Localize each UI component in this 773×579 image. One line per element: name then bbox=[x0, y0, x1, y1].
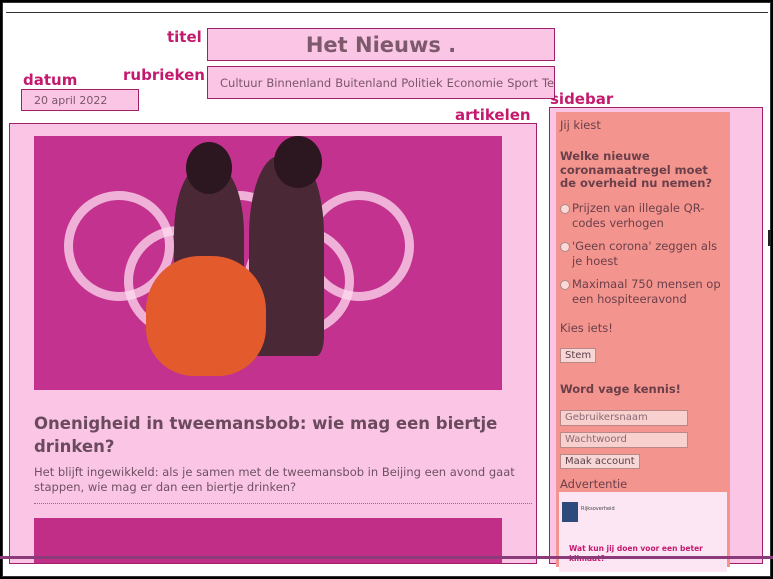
poll-option-label: Prijzen van illegale QR-codes verhogen bbox=[572, 200, 705, 230]
helmet-icon bbox=[274, 136, 322, 188]
choose-text: Kies iets! bbox=[560, 320, 613, 335]
nav-item-cultuur[interactable]: Cultuur bbox=[220, 76, 262, 90]
article-headline[interactable]: Onenigheid in tweemansbob: wie mag een b… bbox=[34, 412, 514, 458]
site-title: Het Nieuws . bbox=[207, 28, 555, 61]
password-input[interactable]: Wachtwoord bbox=[560, 432, 688, 448]
advertisement[interactable]: Rijksoverheid Wat kun jij doen voor een … bbox=[559, 492, 727, 572]
date-display: 20 april 2022 bbox=[21, 89, 139, 111]
scroll-boundary bbox=[0, 556, 773, 559]
nav-item-tech[interactable]: Tech bbox=[542, 76, 554, 90]
scrollbar-thumb[interactable] bbox=[768, 230, 771, 246]
username-input[interactable]: Gebruikersnaam bbox=[560, 410, 688, 426]
label-sidebar: sidebar bbox=[550, 90, 614, 108]
poll-question: Welke nieuwe coronamaatregel moet de ove… bbox=[560, 149, 713, 190]
ad-text: Wat kun jij doen voor een beter klimaat? bbox=[569, 544, 703, 563]
label-artikelen: artikelen bbox=[455, 106, 531, 124]
label-datum: datum bbox=[23, 71, 78, 89]
article-summary: Het blijft ingewikkeld: als je samen met… bbox=[34, 465, 515, 494]
label-titel: titel bbox=[167, 28, 202, 46]
account-heading: Word vage kennis! bbox=[560, 381, 681, 396]
create-account-button[interactable]: Maak account bbox=[560, 454, 640, 469]
nav-item-buitenland[interactable]: Buitenland bbox=[335, 76, 397, 90]
articles-region: Onenigheid in tweemansbob: wie mag een b… bbox=[9, 123, 537, 564]
poll-option[interactable]: Prijzen van illegale QR-codes verhogen bbox=[560, 201, 726, 231]
ad-label: Advertentie bbox=[560, 477, 628, 491]
nav-item-binnenland[interactable]: Binnenland bbox=[266, 76, 331, 90]
nav-item-economie[interactable]: Economie bbox=[447, 76, 503, 90]
poll-option[interactable]: Maximaal 750 mensen op een hospiteeravon… bbox=[560, 277, 726, 307]
poll-option-label: 'Geen corona' zeggen als je hoest bbox=[572, 238, 718, 268]
poll-option-label: Maximaal 750 mensen op een hospiteeravon… bbox=[572, 276, 721, 306]
ad-org: Rijksoverheid bbox=[581, 506, 615, 512]
radio-button[interactable] bbox=[560, 241, 570, 252]
radio-button[interactable] bbox=[560, 279, 570, 290]
poll-intro: Jij kiest bbox=[560, 118, 601, 132]
label-rubrieken: rubrieken bbox=[123, 66, 205, 84]
government-logo-icon bbox=[562, 502, 578, 522]
vote-button[interactable]: Stem bbox=[560, 347, 597, 363]
nav-item-sport[interactable]: Sport bbox=[507, 76, 538, 90]
bobsled-image bbox=[146, 256, 266, 376]
radio-button[interactable] bbox=[560, 203, 570, 214]
article-image[interactable] bbox=[34, 136, 502, 390]
divider bbox=[6, 12, 768, 13]
helmet-icon bbox=[186, 142, 232, 194]
article-divider bbox=[34, 503, 532, 504]
section-nav: Cultuur Binnenland Buitenland Politiek E… bbox=[207, 66, 555, 99]
nav-item-politiek[interactable]: Politiek bbox=[401, 76, 442, 90]
poll-option[interactable]: 'Geen corona' zeggen als je hoest bbox=[560, 239, 726, 269]
